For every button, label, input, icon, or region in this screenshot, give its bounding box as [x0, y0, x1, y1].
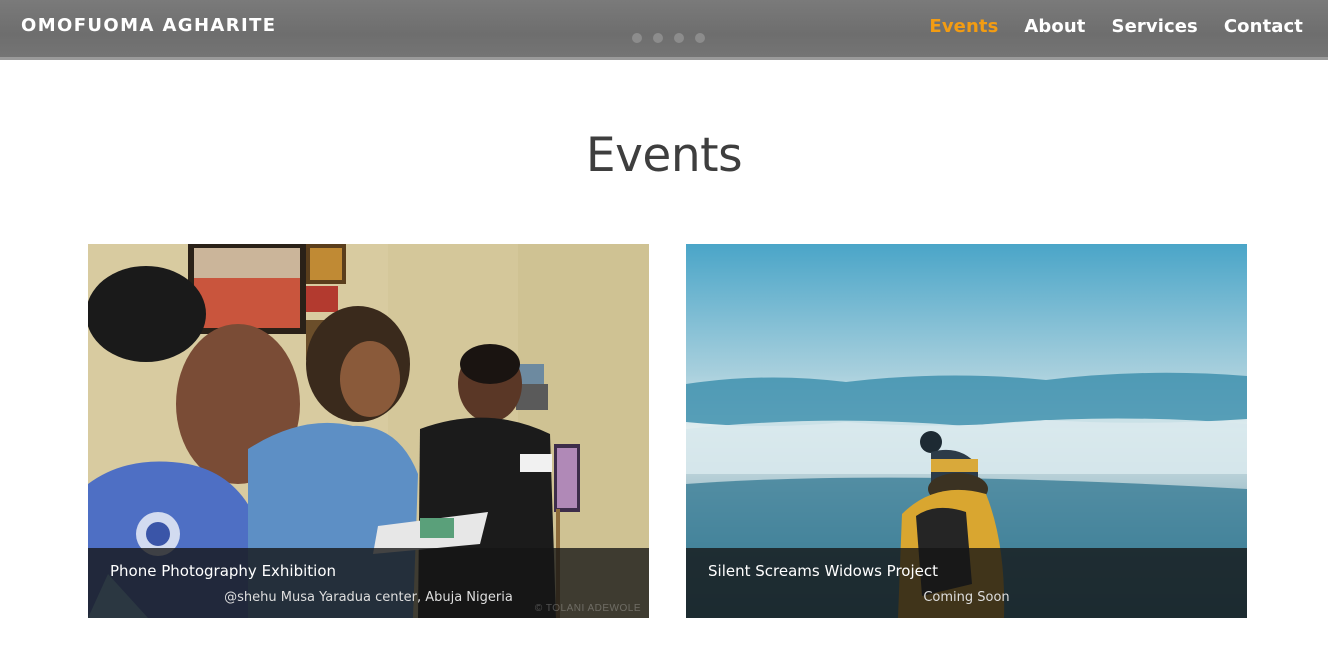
slider-dots	[632, 33, 705, 43]
slider-dot[interactable]	[653, 33, 663, 43]
event-card-phone-photography[interactable]: Phone Photography Exhibition @shehu Musa…	[88, 244, 649, 618]
nav-link-about[interactable]: About	[1024, 16, 1085, 37]
event-title: Silent Screams Widows Project	[708, 562, 939, 580]
event-status: Coming Soon	[923, 590, 1010, 605]
main-nav: Events About Services Contact	[929, 16, 1303, 37]
nav-link-contact[interactable]: Contact	[1224, 16, 1303, 37]
nav-link-events[interactable]: Events	[929, 16, 998, 37]
photo-credit-watermark: © TOLANI ADEWOLE	[534, 603, 641, 614]
page-title: Events	[585, 128, 743, 183]
event-title: Phone Photography Exhibition	[110, 562, 337, 580]
slider-dot[interactable]	[632, 33, 642, 43]
brand-logo-text[interactable]: OMOFUOMA AGHARITE	[21, 15, 276, 36]
slider-dot[interactable]	[674, 33, 684, 43]
nav-link-services[interactable]: Services	[1112, 16, 1198, 37]
event-card-silent-screams[interactable]: Silent Screams Widows Project Coming Soo…	[686, 244, 1247, 618]
event-caption: Phone Photography Exhibition @shehu Musa…	[88, 548, 649, 618]
top-navbar: OMOFUOMA AGHARITE Events About Services …	[0, 0, 1328, 60]
slider-dot[interactable]	[695, 33, 705, 43]
event-caption: Silent Screams Widows Project Coming Soo…	[686, 548, 1247, 618]
